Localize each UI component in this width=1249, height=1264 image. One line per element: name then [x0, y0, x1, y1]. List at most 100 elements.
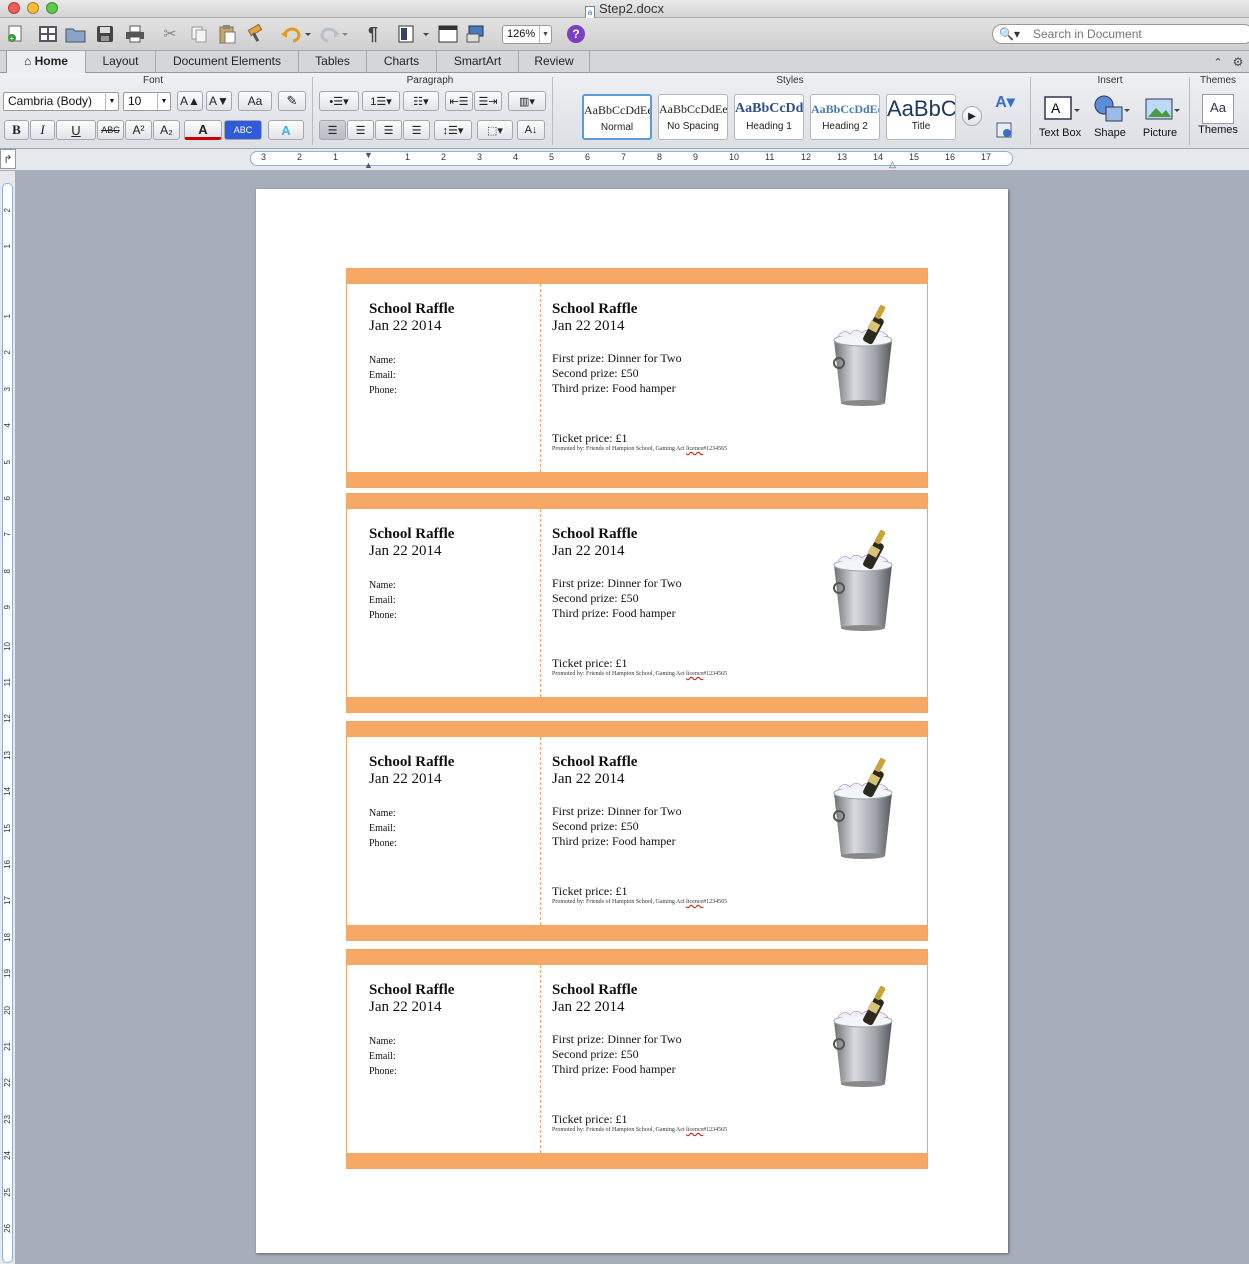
- numbering-icon[interactable]: 1☰▾: [362, 91, 400, 111]
- champagne-bucket-image: [833, 304, 893, 406]
- shrink-font-button[interactable]: A▼: [206, 91, 232, 111]
- tab-review[interactable]: Review: [519, 51, 590, 73]
- ruler-label: 1: [3, 314, 12, 319]
- multilevel-list-icon[interactable]: ☷▾: [403, 91, 439, 111]
- zoom-select[interactable]: 126% ▼: [502, 25, 552, 44]
- increase-indent-icon[interactable]: ☰⇥: [474, 91, 502, 111]
- ruler-label: 10: [3, 641, 12, 651]
- third-prize: Third prize: Food hamper: [552, 834, 676, 848]
- ticket-bottom-band: [347, 472, 927, 487]
- tab-smartart[interactable]: SmartArt: [437, 51, 519, 73]
- ruler-label: 3: [261, 152, 267, 162]
- style-sets-icon[interactable]: A▾: [990, 91, 1020, 113]
- style-heading-2[interactable]: AaBbCcDdEe Heading 2: [810, 94, 880, 140]
- undo-icon[interactable]: [279, 23, 313, 45]
- text-box-button[interactable]: A Text Box: [1035, 91, 1085, 147]
- style-no-spacing[interactable]: AaBbCcDdEe No Spacing: [658, 94, 728, 140]
- collapse-ribbon-icon[interactable]: ⌃: [1210, 51, 1226, 73]
- style-heading-1[interactable]: AaBbCcDd Heading 1: [734, 94, 804, 140]
- document-page[interactable]: School Raffle Jan 22 2014 Name: Email: P…: [256, 189, 1008, 1253]
- sort-icon[interactable]: A↓: [517, 120, 545, 140]
- style-normal[interactable]: AaBbCcDdEe Normal: [582, 94, 652, 140]
- ruler-label: 2: [297, 152, 303, 162]
- picture-icon: [1145, 98, 1180, 120]
- ticket-stub: School Raffle Jan 22 2014 Name: Email: P…: [347, 509, 540, 697]
- font-size-value: 10: [128, 94, 142, 108]
- justify-icon[interactable]: ☰: [403, 120, 430, 140]
- toolbox-icon[interactable]: [464, 23, 490, 45]
- licence-number: #1234565: [703, 1127, 728, 1133]
- underline-button[interactable]: U: [56, 120, 96, 140]
- view-layout-icon[interactable]: [396, 23, 432, 45]
- shape-button[interactable]: Shape: [1085, 91, 1135, 147]
- help-button[interactable]: ?: [567, 25, 585, 43]
- ruler-label: 9: [693, 152, 699, 162]
- ruler-label: 2: [3, 208, 12, 213]
- vertical-ruler[interactable]: 2 1 1 2 3 4 5 6 7 8 9 10 11 12 13 14 15 16 17 18 19 20 21 22 23 2…: [0, 171, 16, 1264]
- open-icon[interactable]: [64, 23, 88, 45]
- ticket-date: Jan 22 2014: [552, 771, 625, 787]
- columns-icon[interactable]: ▥▾: [508, 91, 546, 111]
- tab-layout[interactable]: Layout: [86, 51, 156, 73]
- subscript-button[interactable]: A₂: [153, 120, 180, 140]
- save-icon[interactable]: [93, 23, 117, 45]
- themes-button[interactable]: Aa Themes: [1193, 91, 1243, 147]
- italic-button[interactable]: I: [30, 120, 55, 140]
- ticket-price: Ticket price: £1: [552, 431, 628, 445]
- align-center-icon[interactable]: ☰: [347, 120, 374, 140]
- borders-icon[interactable]: ⬚▾: [477, 120, 513, 140]
- format-painter-icon[interactable]: [244, 23, 268, 45]
- style-name: Normal: [600, 122, 634, 133]
- ruler-scale: 2 1 1 2 3 4 5 6 7 8 9 10 11 12 13 14 15 16 17 18 19 20 21 22 23 2…: [2, 183, 13, 1263]
- font-color-button[interactable]: A: [184, 120, 222, 140]
- window-title-text: Step2.docx: [598, 1, 665, 16]
- cut-icon[interactable]: ✂: [158, 23, 182, 45]
- paragraph-group-label: Paragraph: [406, 75, 454, 86]
- tab-home[interactable]: ⌂ Home: [6, 51, 86, 73]
- styles-next-arrow-icon[interactable]: ▶: [962, 106, 982, 126]
- show-formatting-marks-button[interactable]: ¶: [362, 23, 384, 45]
- picture-button[interactable]: Picture: [1135, 91, 1185, 147]
- tab-document-elements[interactable]: Document Elements: [156, 51, 299, 73]
- grow-font-button[interactable]: A▲: [177, 91, 203, 111]
- ribbon-settings-gear-icon[interactable]: ⚙: [1230, 51, 1246, 73]
- style-title[interactable]: AaBbC Title: [886, 94, 956, 140]
- sidebar-toggle-icon[interactable]: [436, 23, 460, 45]
- redo-icon[interactable]: [316, 23, 350, 45]
- ticket-title: School Raffle: [369, 301, 455, 317]
- strikethrough-button[interactable]: ABC: [97, 120, 124, 140]
- font-size-select[interactable]: 10 ▼: [123, 92, 171, 111]
- tab-tables[interactable]: Tables: [299, 51, 367, 73]
- align-right-icon[interactable]: ☰: [375, 120, 402, 140]
- templates-gallery-icon[interactable]: [36, 23, 60, 45]
- right-indent-marker-icon[interactable]: △: [889, 159, 896, 170]
- new-document-icon[interactable]: +: [2, 23, 32, 45]
- left-indent-marker-icon[interactable]: ▲: [364, 160, 373, 170]
- decrease-indent-icon[interactable]: ⇤☰: [445, 91, 473, 111]
- change-case-button[interactable]: Aa: [238, 91, 272, 111]
- style-name: Heading 1: [746, 121, 792, 132]
- search-input[interactable]: 🔍▾ Search in Document: [992, 24, 1249, 44]
- highlight-button[interactable]: ABC: [224, 120, 262, 140]
- manage-styles-icon[interactable]: [990, 119, 1020, 141]
- print-icon[interactable]: [123, 23, 147, 45]
- text-effects-button[interactable]: A: [268, 120, 304, 140]
- tab-stop-selector-icon[interactable]: ↱: [0, 149, 16, 169]
- first-line-indent-marker-icon[interactable]: ▼: [364, 150, 373, 160]
- promoter-text: Promoted by: Friends of Hampton School, …: [552, 671, 685, 677]
- bold-button[interactable]: B: [4, 120, 29, 140]
- paste-icon[interactable]: [215, 23, 239, 45]
- superscript-button[interactable]: A²: [125, 120, 152, 140]
- style-name: Title: [911, 121, 931, 132]
- copy-icon[interactable]: [187, 23, 211, 45]
- ticket-stub: School Raffle Jan 22 2014 Name: Email: P…: [347, 965, 540, 1153]
- tab-charts[interactable]: Charts: [367, 51, 437, 73]
- bullets-icon[interactable]: •☰▾: [319, 91, 359, 111]
- clear-formatting-icon[interactable]: ✎: [278, 91, 306, 111]
- font-name-select[interactable]: Cambria (Body) ▼: [3, 92, 119, 111]
- line-spacing-icon[interactable]: ↕☰▾: [434, 120, 472, 140]
- promoter-note: Promoted by: Friends of Hampton School, …: [552, 446, 727, 452]
- horizontal-ruler[interactable]: ↱ 3 2 1 1 2 3 4 5 6 7 8 9 10 11 12 13 14 15 16 17 ▼ ▲ △: [0, 149, 1249, 171]
- ruler-label: 14: [3, 787, 12, 797]
- align-left-icon[interactable]: ☰: [319, 120, 346, 140]
